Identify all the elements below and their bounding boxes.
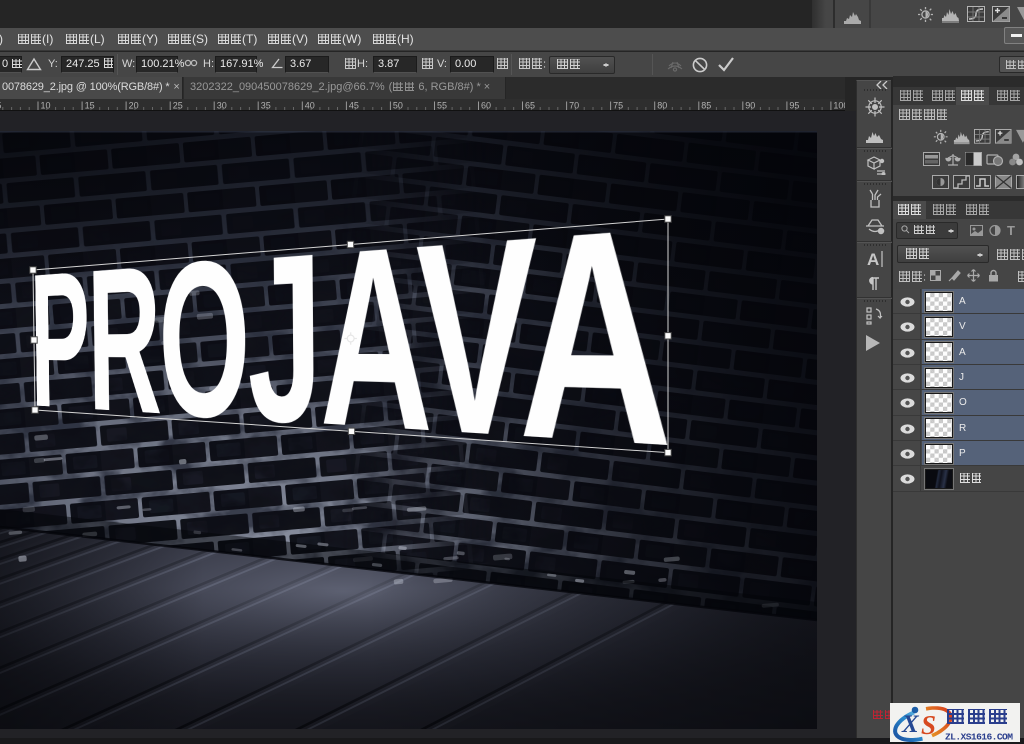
svg-text:15: 15 bbox=[85, 101, 95, 111]
svg-text:95: 95 bbox=[789, 101, 799, 111]
svg-text:45: 45 bbox=[349, 101, 359, 111]
svg-text:ZL.XS1616.COM: ZL.XS1616.COM bbox=[945, 732, 1013, 743]
svg-text:75: 75 bbox=[613, 101, 623, 111]
svg-text:X: X bbox=[901, 711, 920, 738]
svg-text:50: 50 bbox=[393, 101, 403, 111]
svg-text:80: 80 bbox=[657, 101, 667, 111]
svg-text:100: 100 bbox=[833, 101, 845, 111]
svg-text:5: 5 bbox=[0, 101, 1, 111]
svg-text:90: 90 bbox=[745, 101, 755, 111]
svg-text:40: 40 bbox=[305, 101, 315, 111]
svg-text:10: 10 bbox=[41, 101, 51, 111]
svg-text:35: 35 bbox=[261, 101, 271, 111]
svg-text:65: 65 bbox=[525, 101, 535, 111]
svg-text:60: 60 bbox=[481, 101, 491, 111]
svg-text:70: 70 bbox=[569, 101, 579, 111]
svg-text:A: A bbox=[867, 250, 879, 269]
svg-text:55: 55 bbox=[437, 101, 447, 111]
svg-text:30: 30 bbox=[217, 101, 227, 111]
svg-text:20: 20 bbox=[129, 101, 139, 111]
svg-text:S: S bbox=[921, 710, 936, 740]
svg-text:25: 25 bbox=[173, 101, 183, 111]
svg-text:85: 85 bbox=[701, 101, 711, 111]
